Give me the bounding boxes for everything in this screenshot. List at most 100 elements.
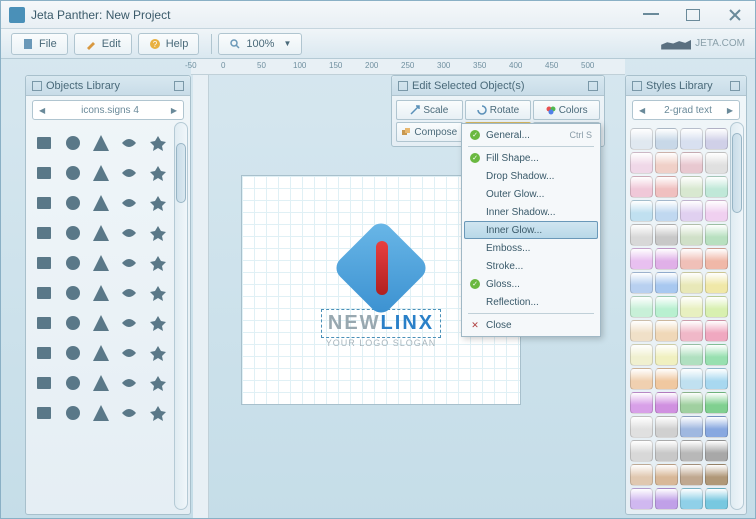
library-icon-cloud-group[interactable] xyxy=(87,278,115,308)
library-icon-coin[interactable] xyxy=(115,188,143,218)
edit-menu[interactable]: Edit xyxy=(74,33,132,55)
menu-fill-shape[interactable]: ✓Fill Shape... xyxy=(464,149,598,167)
style-swatch[interactable] xyxy=(680,368,703,390)
style-swatch[interactable] xyxy=(705,152,728,174)
style-swatch[interactable] xyxy=(630,272,653,294)
slogan-text[interactable]: YOUR LOGO SLOGAN xyxy=(326,338,437,348)
panel-toggle-icon[interactable] xyxy=(32,81,42,91)
menu-gloss[interactable]: ✓Gloss... xyxy=(464,275,598,293)
style-swatch[interactable] xyxy=(680,320,703,342)
style-swatch[interactable] xyxy=(680,152,703,174)
style-swatch[interactable] xyxy=(655,392,678,414)
style-category-selector[interactable]: ◀ 2-grad text ▶ xyxy=(632,100,740,120)
library-icon-easel[interactable] xyxy=(144,368,172,398)
library-icon-cloud[interactable] xyxy=(115,218,143,248)
style-swatch[interactable] xyxy=(705,176,728,198)
library-icon-splash[interactable] xyxy=(87,218,115,248)
library-icon-urn[interactable] xyxy=(115,398,143,428)
help-menu[interactable]: ?Help xyxy=(138,33,200,55)
style-swatch[interactable] xyxy=(655,152,678,174)
library-icon-camera[interactable] xyxy=(144,128,172,158)
scale-button[interactable]: Scale xyxy=(396,100,463,120)
style-swatch[interactable] xyxy=(655,200,678,222)
library-icon-leaf2[interactable] xyxy=(144,398,172,428)
menu-inner-glow[interactable]: Inner Glow... xyxy=(464,221,598,239)
style-swatch[interactable] xyxy=(705,296,728,318)
menu-stroke[interactable]: Stroke... xyxy=(464,257,598,275)
panel-close-icon[interactable] xyxy=(730,81,740,91)
style-swatch[interactable] xyxy=(680,344,703,366)
library-icon-ambulance[interactable] xyxy=(30,188,58,218)
library-icon-cello[interactable] xyxy=(58,368,86,398)
style-swatch[interactable] xyxy=(705,320,728,342)
panel-toggle-icon[interactable] xyxy=(398,81,408,91)
style-swatch[interactable] xyxy=(630,224,653,246)
style-swatch[interactable] xyxy=(630,296,653,318)
style-swatch[interactable] xyxy=(655,320,678,342)
library-icon-sun[interactable] xyxy=(87,158,115,188)
library-icon-rose[interactable] xyxy=(30,338,58,368)
style-swatch[interactable] xyxy=(680,128,703,150)
style-swatch[interactable] xyxy=(680,224,703,246)
colors-button[interactable]: Colors xyxy=(533,100,600,120)
library-icon-billiards[interactable] xyxy=(58,188,86,218)
style-swatch[interactable] xyxy=(655,128,678,150)
library-icon-shell[interactable] xyxy=(115,338,143,368)
library-icon-squid[interactable] xyxy=(58,398,86,428)
style-swatch[interactable] xyxy=(705,392,728,414)
panel-close-icon[interactable] xyxy=(174,81,184,91)
minimize-button[interactable] xyxy=(639,6,663,24)
library-icon-tape[interactable] xyxy=(115,368,143,398)
library-icon-scissors2[interactable] xyxy=(87,368,115,398)
menu-drop-shadow[interactable]: Drop Shadow... xyxy=(464,167,598,185)
style-swatch[interactable] xyxy=(680,464,703,486)
library-icon-hand[interactable] xyxy=(30,308,58,338)
menu-inner-shadow[interactable]: Inner Shadow... xyxy=(464,203,598,221)
style-swatch[interactable] xyxy=(630,128,653,150)
style-swatch[interactable] xyxy=(655,176,678,198)
menu-close[interactable]: ✕Close xyxy=(464,316,598,334)
file-menu[interactable]: File xyxy=(11,33,68,55)
style-swatch[interactable] xyxy=(705,272,728,294)
library-icon-tree-person[interactable] xyxy=(58,158,86,188)
style-swatch[interactable] xyxy=(630,392,653,414)
style-swatch[interactable] xyxy=(680,200,703,222)
style-swatch[interactable] xyxy=(655,248,678,270)
library-icon-house[interactable] xyxy=(115,278,143,308)
style-swatch[interactable] xyxy=(680,296,703,318)
style-swatch[interactable] xyxy=(705,488,728,510)
library-icon-leaf[interactable] xyxy=(87,308,115,338)
style-swatch[interactable] xyxy=(630,152,653,174)
style-swatch[interactable] xyxy=(680,272,703,294)
scroll-thumb[interactable] xyxy=(732,133,742,213)
style-swatch[interactable] xyxy=(680,176,703,198)
style-swatch[interactable] xyxy=(705,128,728,150)
close-button[interactable] xyxy=(723,6,747,24)
zoom-control[interactable]: 100%▼ xyxy=(218,33,302,55)
scrollbar[interactable] xyxy=(730,122,744,510)
library-icon-at-swirl[interactable] xyxy=(30,278,58,308)
style-swatch[interactable] xyxy=(705,368,728,390)
style-swatch[interactable] xyxy=(655,272,678,294)
style-swatch[interactable] xyxy=(630,200,653,222)
logo-shape[interactable] xyxy=(346,233,416,303)
style-swatch[interactable] xyxy=(630,464,653,486)
library-icon-violin[interactable] xyxy=(30,368,58,398)
style-swatch[interactable] xyxy=(630,320,653,342)
compose-button[interactable]: Compose xyxy=(396,122,463,142)
style-swatch[interactable] xyxy=(655,488,678,510)
style-swatch[interactable] xyxy=(680,440,703,462)
style-swatch[interactable] xyxy=(630,344,653,366)
category-selector[interactable]: ◀ icons.signs 4 ▶ xyxy=(32,100,184,120)
scrollbar[interactable] xyxy=(174,122,188,510)
library-icon-flag[interactable] xyxy=(58,278,86,308)
library-icon-snail[interactable] xyxy=(115,308,143,338)
library-icon-square[interactable] xyxy=(58,218,86,248)
library-icon-scissors[interactable] xyxy=(58,248,86,278)
style-swatch[interactable] xyxy=(655,416,678,438)
menu-general[interactable]: ✓General...Ctrl S xyxy=(464,126,598,144)
library-icon-radar[interactable] xyxy=(115,158,143,188)
library-icon-radio[interactable] xyxy=(115,128,143,158)
library-icon-oven[interactable] xyxy=(58,128,86,158)
library-icon-globe[interactable] xyxy=(87,128,115,158)
